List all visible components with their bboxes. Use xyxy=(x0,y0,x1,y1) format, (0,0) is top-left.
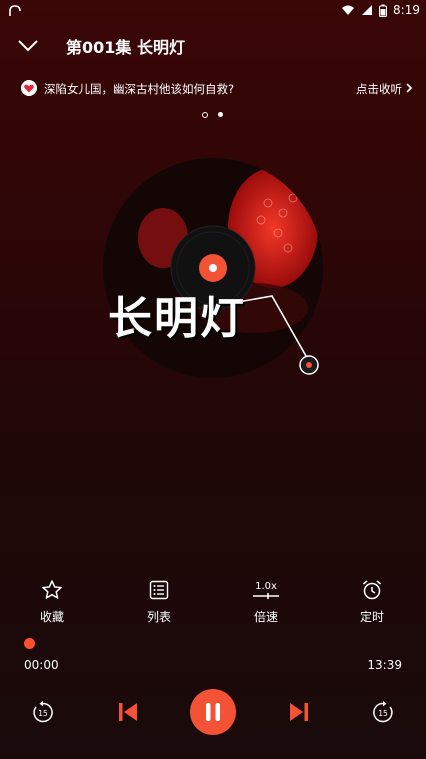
battery-icon xyxy=(379,4,388,17)
playlist-label: 列表 xyxy=(146,610,171,624)
rewind-15-icon: 15 xyxy=(33,701,53,723)
status-time: 8:19 xyxy=(393,3,420,17)
page-dot-active xyxy=(218,112,223,117)
speed-button[interactable]: 1.0x 倍速 xyxy=(236,578,296,625)
previous-icon xyxy=(119,703,137,721)
progress-bar[interactable] xyxy=(24,638,402,649)
chevron-right-icon xyxy=(406,83,413,93)
wifi-icon xyxy=(342,5,355,15)
speed-value: 1.0x xyxy=(255,581,277,592)
star-icon xyxy=(42,580,62,599)
favorite-label: 收藏 xyxy=(39,610,64,624)
pause-icon xyxy=(206,703,220,721)
heart-icon xyxy=(21,80,37,96)
promo-text: 深陷女儿国，幽深古村他该如何自救? xyxy=(44,82,235,96)
rewind-15-button[interactable]: 15 xyxy=(30,699,56,725)
signal-app-icon xyxy=(9,5,21,16)
duration: 13:39 xyxy=(367,658,402,672)
playback-controls: 15 15 xyxy=(0,688,426,736)
status-bar: 8:19 xyxy=(0,0,426,24)
promo-banner[interactable]: 深陷女儿国，幽深古村他该如何自救? 点击收听 xyxy=(0,75,426,101)
page-dot xyxy=(202,112,208,118)
forward-label: 15 xyxy=(378,709,388,718)
listen-link[interactable]: 点击收听 xyxy=(356,81,402,97)
alarm-clock-icon xyxy=(363,580,381,600)
collapse-button[interactable] xyxy=(14,32,42,60)
chevron-down-icon xyxy=(18,40,38,52)
timer-label: 定时 xyxy=(359,610,384,624)
previous-button[interactable] xyxy=(115,699,141,725)
pause-button[interactable] xyxy=(190,689,236,735)
progress-knob[interactable] xyxy=(24,638,35,649)
header: 第001集 长明灯 xyxy=(0,28,426,64)
current-time: 00:00 xyxy=(24,658,59,672)
episode-title: 第001集 长明灯 xyxy=(66,38,185,57)
list-icon xyxy=(149,580,169,600)
playlist-button[interactable]: 列表 xyxy=(129,578,189,625)
tonearm xyxy=(237,295,319,375)
forward-15-button[interactable]: 15 xyxy=(370,699,396,725)
favorite-button[interactable]: 收藏 xyxy=(22,578,82,625)
forward-15-icon: 15 xyxy=(373,701,393,723)
next-icon xyxy=(290,703,308,721)
rewind-label: 15 xyxy=(38,709,48,718)
next-button[interactable] xyxy=(286,699,312,725)
speed-icon xyxy=(253,593,279,599)
action-row: 收藏 列表 1.0x 倍速 定时 xyxy=(0,578,426,626)
page-indicator xyxy=(202,112,223,118)
cover-art-title: 长明灯 xyxy=(108,293,246,344)
timer-button[interactable]: 定时 xyxy=(342,578,402,625)
signal-icon xyxy=(362,5,373,15)
speed-label: 倍速 xyxy=(253,610,278,624)
